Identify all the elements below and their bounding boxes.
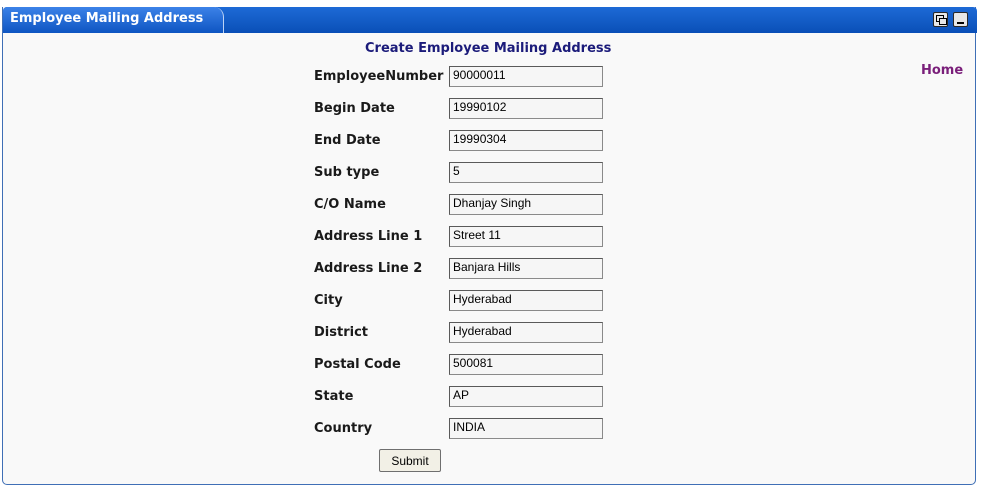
city-label: City <box>314 293 343 308</box>
address-line-1-input[interactable]: Street 11 <box>449 226 603 247</box>
co-name-label: C/O Name <box>314 197 386 212</box>
form-row-address-line-1: Address Line 1 Street 11 <box>314 226 614 248</box>
form-row-country: Country INDIA <box>314 418 614 440</box>
state-label: State <box>314 389 354 404</box>
form-row-end-date: End Date 19990304 <box>314 130 614 152</box>
employee-number-label: EmployeeNumber <box>314 69 444 84</box>
begin-date-input[interactable]: 19990102 <box>449 98 603 119</box>
portlet-title-tab: Employee Mailing Address <box>3 7 224 33</box>
form-row-city: City Hyderabad <box>314 290 614 312</box>
form-row-district: District Hyderabad <box>314 322 614 344</box>
state-input[interactable]: AP <box>449 386 603 407</box>
address-line-2-input[interactable]: Banjara Hills <box>449 258 603 279</box>
employee-number-input[interactable]: 90000011 <box>449 66 603 87</box>
address-line-1-label: Address Line 1 <box>314 229 423 244</box>
form-heading: Create Employee Mailing Address <box>365 41 612 56</box>
home-link[interactable]: Home <box>921 63 963 78</box>
form-row-address-line-2: Address Line 2 Banjara Hills <box>314 258 614 280</box>
submit-button[interactable]: Submit <box>379 449 441 472</box>
portlet-title: Employee Mailing Address <box>10 11 204 26</box>
form-row-state: State AP <box>314 386 614 408</box>
address-line-2-label: Address Line 2 <box>314 261 423 276</box>
country-input[interactable]: INDIA <box>449 418 603 439</box>
sub-type-label: Sub type <box>314 165 380 180</box>
form-row-postal-code: Postal Code 500081 <box>314 354 614 376</box>
minimize-window-icon[interactable] <box>953 12 968 27</box>
co-name-input[interactable]: Dhanjay Singh <box>449 194 603 215</box>
postal-code-label: Postal Code <box>314 357 401 372</box>
restore-window-icon[interactable] <box>933 12 948 27</box>
form-row-co-name: C/O Name Dhanjay Singh <box>314 194 614 216</box>
begin-date-label: Begin Date <box>314 101 395 116</box>
portlet-titlebar: Employee Mailing Address <box>3 7 977 33</box>
district-input[interactable]: Hyderabad <box>449 322 603 343</box>
end-date-input[interactable]: 19990304 <box>449 130 603 151</box>
postal-code-input[interactable]: 500081 <box>449 354 603 375</box>
end-date-label: End Date <box>314 133 381 148</box>
form-row-sub-type: Sub type 5 <box>314 162 614 184</box>
district-label: District <box>314 325 368 340</box>
form-row-employee-number: EmployeeNumber 90000011 <box>314 66 614 88</box>
sub-type-input[interactable]: 5 <box>449 162 603 183</box>
form-row-begin-date: Begin Date 19990102 <box>314 98 614 120</box>
country-label: Country <box>314 421 373 436</box>
city-input[interactable]: Hyderabad <box>449 290 603 311</box>
